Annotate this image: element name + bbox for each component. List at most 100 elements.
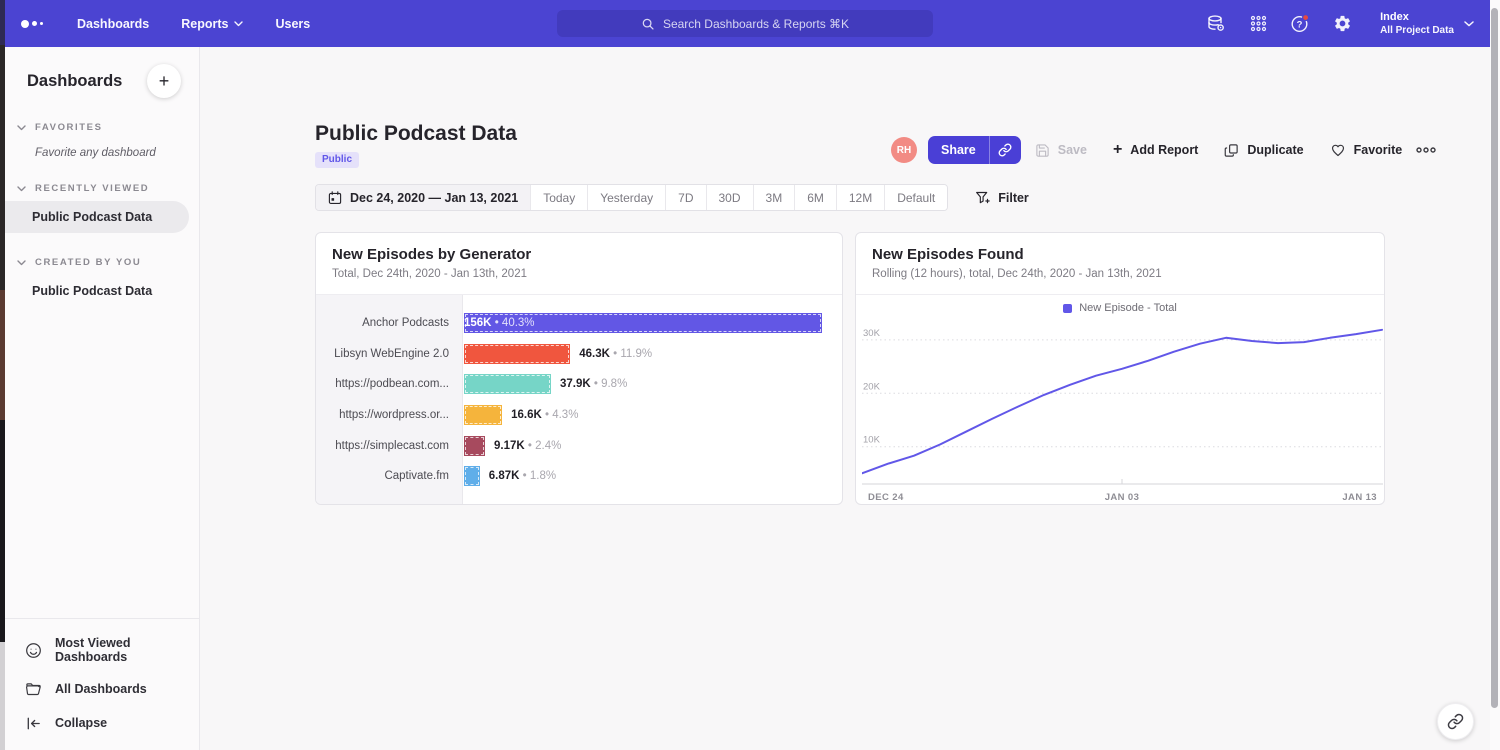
bar-value-label: 9.17K • 2.4% [494,440,561,452]
chevron-down-icon [17,260,26,266]
sidebar-section-created-by-you[interactable]: CREATED BY YOU [5,257,199,268]
bar-value-label: 6.87K • 1.8% [489,470,556,482]
favorite-label: Favorite [1354,143,1403,157]
date-presets: TodayYesterday7D30D3M6M12MDefault [530,185,947,210]
date-preset-6m[interactable]: 6M [794,185,836,210]
floating-link-button[interactable] [1437,703,1474,740]
bar[interactable] [464,405,502,425]
sidebar-item-public-podcast-data[interactable]: Public Podcast Data [5,275,199,307]
nav-item-label: Dashboards [77,17,149,31]
settings-icon[interactable] [1332,14,1352,34]
bar-chart-title: New Episodes by Generator [332,246,826,263]
mixpanel-logo-icon[interactable] [21,20,43,28]
bar-track: 37.9K • 9.8% [463,374,842,394]
collapse-sidebar-button[interactable]: Collapse [5,706,199,740]
bar[interactable] [464,466,480,486]
sidebar: Dashboards + FAVORITES Favorite any dash… [5,47,200,750]
bar-row: Captivate.fm6.87K • 1.8% [316,461,842,492]
most-viewed-dashboards-button[interactable]: Most Viewed Dashboards [5,628,199,672]
nav-item-label: Reports [181,17,228,31]
project-subtitle: All Project Data [1380,24,1454,37]
bar[interactable] [464,436,485,456]
nav-item-dashboards[interactable]: Dashboards [77,17,149,31]
scrollbar-track [1490,0,1500,750]
help-icon[interactable]: ? [1290,14,1310,34]
line-chart-card[interactable]: New Episodes Found Rolling (12 hours), t… [855,232,1385,505]
share-link-button[interactable] [989,136,1021,164]
all-dashboards-button[interactable]: All Dashboards [5,672,199,706]
line-plot: 10K20K30KDEC 24JAN 03JAN 13 [862,317,1383,504]
chevron-down-icon [17,186,26,192]
link-icon [1447,713,1464,730]
date-range-control: Dec 24, 2020 — Jan 13, 2021 TodayYesterd… [315,184,948,211]
bar-track: 46.3K • 11.9% [463,344,842,364]
bar-category-label: https://simplecast.com [316,440,463,452]
y-axis-tick-label: 30K [863,328,881,339]
date-preset-3m[interactable]: 3M [753,185,795,210]
date-preset-7d[interactable]: 7D [665,185,705,210]
apps-grid-icon[interactable] [1248,14,1268,34]
nav-item-reports[interactable]: Reports [181,17,243,31]
calendar-icon [328,191,342,205]
save-button-label: Save [1058,143,1087,157]
bar[interactable] [464,374,551,394]
nav-item-users[interactable]: Users [275,17,310,31]
line-chart-body: New Episode - Total 10K20K30KDEC 24JAN 0… [856,295,1384,504]
section-label: RECENTLY VIEWED [35,183,149,194]
heart-icon [1330,142,1346,158]
date-preset-30d[interactable]: 30D [706,185,753,210]
bar[interactable]: 156K • 40.3% [464,313,822,333]
bar-value-label: 46.3K • 11.9% [579,348,652,360]
footer-item-label: All Dashboards [55,682,147,696]
bar[interactable] [464,344,570,364]
save-button[interactable]: Save [1035,143,1087,158]
add-dashboard-button[interactable]: + [147,64,181,98]
page-title: Public Podcast Data [315,122,517,146]
date-preset-yesterday[interactable]: Yesterday [587,185,665,210]
project-selector[interactable]: Index All Project Data [1380,10,1474,37]
bar-row: Libsyn WebEngine 2.046.3K • 11.9% [316,339,842,370]
bar-chart-card[interactable]: New Episodes by Generator Total, Dec 24t… [315,232,843,505]
share-button[interactable]: Share [928,136,1021,164]
bar-category-label: https://wordpress.or... [316,409,463,421]
bar-track: 6.87K • 1.8% [463,466,842,486]
favorites-empty-text: Favorite any dashboard [5,133,199,159]
legend-label: New Episode - Total [1079,302,1177,314]
date-range-button[interactable]: Dec 24, 2020 — Jan 13, 2021 [316,185,530,210]
bar-category-label: Anchor Podcasts [316,317,463,329]
bar-track: 9.17K • 2.4% [463,436,842,456]
date-preset-default[interactable]: Default [884,185,947,210]
date-preset-12m[interactable]: 12M [836,185,884,210]
date-preset-today[interactable]: Today [530,185,587,210]
chevron-down-icon [234,21,243,27]
header-actions: RH Share Save + Add Report [891,136,1436,164]
date-range-label: Dec 24, 2020 — Jan 13, 2021 [350,191,518,205]
section-label: CREATED BY YOU [35,257,141,268]
sidebar-section-favorites[interactable]: FAVORITES [5,122,199,133]
copy-icon [1224,143,1239,158]
favorite-button[interactable]: Favorite [1330,142,1403,158]
bar-track: 156K • 40.3% [463,313,842,333]
bar-row: https://simplecast.com 9.17K • 2.4% [316,430,842,461]
collapse-icon [24,714,42,732]
save-icon [1035,143,1050,158]
main-content: Public Podcast Data Public RH Share Save [200,47,1490,750]
search-icon [641,17,655,31]
duplicate-button[interactable]: Duplicate [1224,143,1303,158]
search-placeholder: Search Dashboards & Reports ⌘K [663,17,849,31]
avatar[interactable]: RH [891,137,917,163]
scrollbar-thumb[interactable] [1491,8,1498,708]
sidebar-item-public-podcast-data[interactable]: Public Podcast Data [5,201,189,233]
add-report-label: Add Report [1130,143,1198,157]
filter-button[interactable]: Filter [975,190,1029,205]
data-management-icon[interactable] [1206,14,1226,34]
line-series[interactable] [862,330,1382,474]
public-badge: Public [315,152,359,168]
add-report-button[interactable]: + Add Report [1113,143,1198,157]
top-navbar: Dashboards Reports Users Search Dashboar… [5,0,1490,47]
sidebar-section-recently-viewed[interactable]: RECENTLY VIEWED [5,183,199,194]
more-options-button[interactable] [1416,146,1436,154]
search-input[interactable]: Search Dashboards & Reports ⌘K [557,10,933,37]
folder-icon [24,680,42,698]
legend-swatch [1063,304,1072,313]
